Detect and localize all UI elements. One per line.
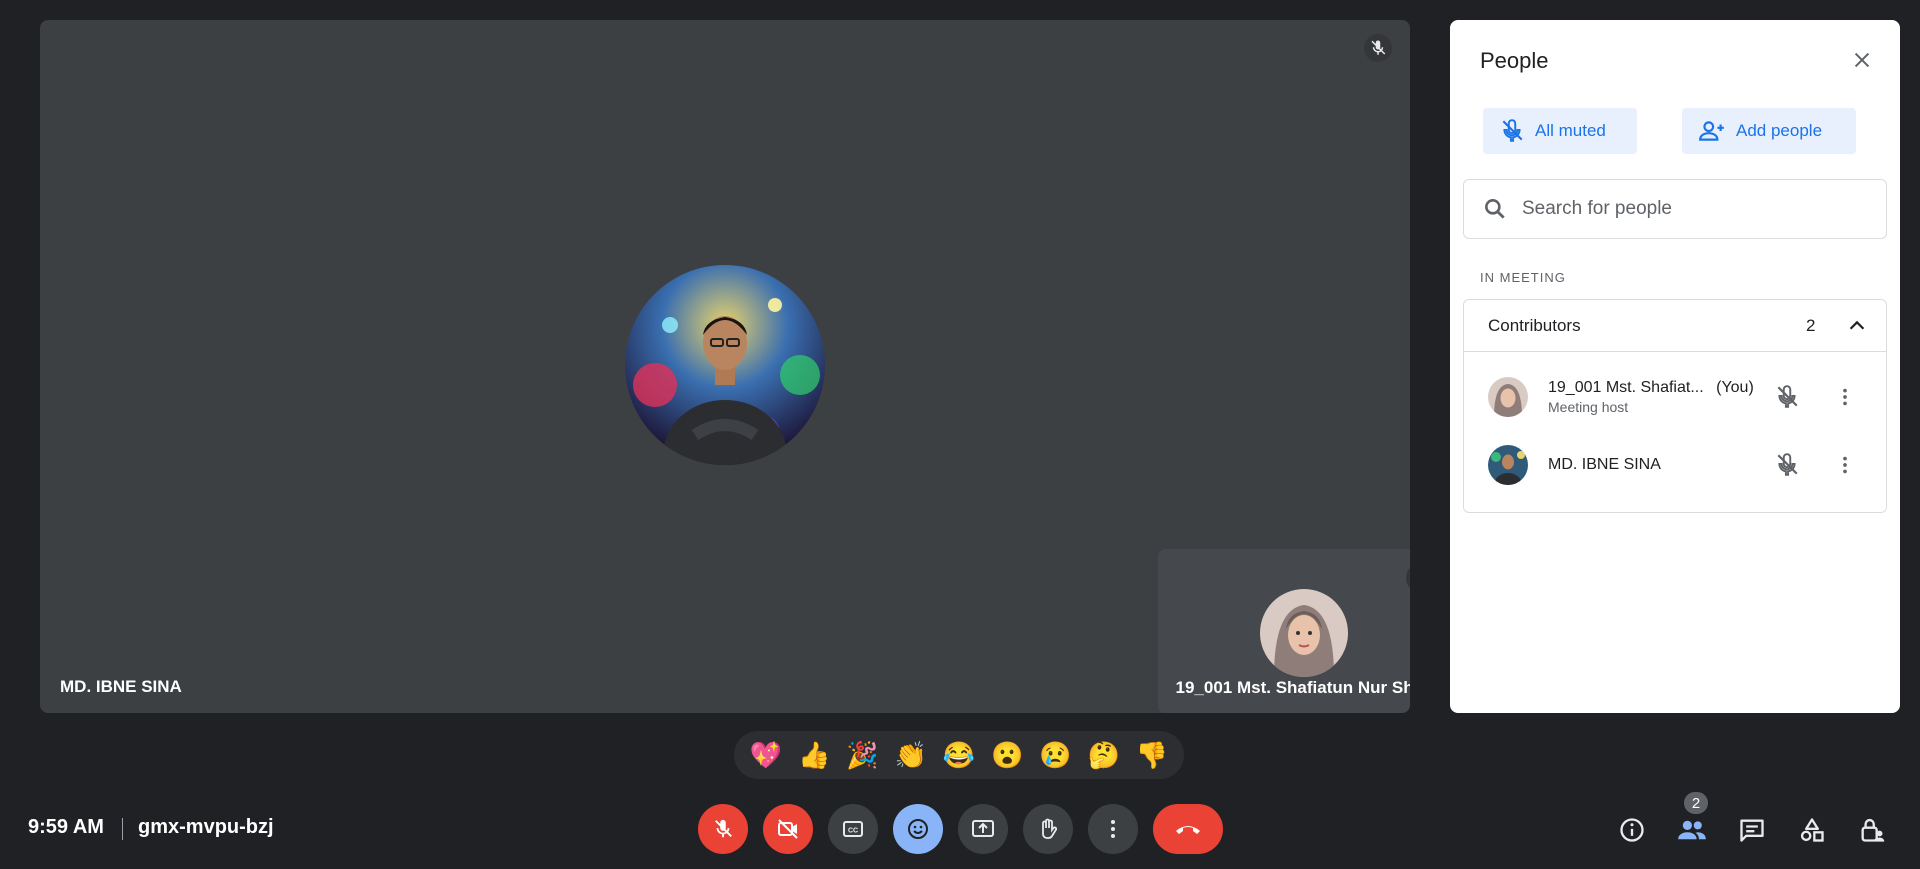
reactions-button[interactable] <box>893 804 943 854</box>
sparkling-heart-icon[interactable]: 💖 <box>746 742 786 768</box>
contributors-header[interactable]: Contributors 2 <box>1464 300 1886 352</box>
people-button[interactable]: 2 <box>1672 790 1712 852</box>
thumbs-down-icon[interactable]: 👎 <box>1132 742 1172 768</box>
crying-face-icon[interactable]: 😢 <box>1035 742 1075 768</box>
participant-name: MD. IBNE SINA <box>1548 456 1661 473</box>
section-label: IN MEETING <box>1480 270 1566 285</box>
info-icon <box>1620 818 1644 842</box>
all-muted-button[interactable]: All muted <box>1483 108 1637 154</box>
chat-button[interactable] <box>1732 808 1772 852</box>
microphone-toggle-button[interactable] <box>698 804 748 854</box>
present-icon <box>972 820 994 837</box>
close-icon <box>1854 52 1870 68</box>
group-title: Contributors <box>1488 315 1581 335</box>
close-panel-button[interactable] <box>1844 42 1880 78</box>
tears-of-joy-icon[interactable]: 😂 <box>939 742 979 768</box>
hang-up-icon <box>1176 826 1200 834</box>
svg-text:CC: CC <box>848 828 858 835</box>
you-tag: (You) <box>1716 379 1754 396</box>
hand-icon <box>1042 818 1058 839</box>
leave-call-button[interactable] <box>1153 804 1223 854</box>
main-video-stage[interactable]: MD. IBNE SINA 19_001 Mst. Shafiatun Nur … <box>40 20 1410 713</box>
activities-button[interactable] <box>1792 808 1832 852</box>
search-input[interactable] <box>1522 198 1862 220</box>
clapping-hands-icon[interactable]: 👏 <box>891 742 931 768</box>
more-vertical-icon <box>1843 456 1847 474</box>
reactions-bar: 💖 👍 🎉 👏 😂 😮 😢 🤔 👎 <box>734 731 1184 779</box>
closed-captions-icon: CC <box>843 821 863 837</box>
chevron-up-icon <box>1849 320 1865 330</box>
thinking-face-icon[interactable]: 🤔 <box>1084 742 1124 768</box>
avatar <box>1488 377 1528 417</box>
all-muted-label: All muted <box>1535 121 1606 140</box>
more-vertical-icon <box>1111 820 1115 838</box>
call-controls: CC <box>698 804 1223 854</box>
lock-person-icon <box>1861 818 1885 842</box>
search-icon <box>1485 199 1505 219</box>
people-icon <box>1678 820 1706 840</box>
meeting-time: 9:59 AM <box>28 816 104 838</box>
participant-more-button[interactable] <box>1830 382 1860 412</box>
side-controls: 2 <box>1612 790 1892 852</box>
self-avatar <box>1260 589 1348 677</box>
chat-icon <box>1740 819 1764 842</box>
muted-mic-icon <box>1406 563 1410 593</box>
smiley-face-icon <box>908 819 928 839</box>
surprised-face-icon[interactable]: 😮 <box>987 742 1027 768</box>
mic-off-icon <box>1772 450 1802 480</box>
host-controls-button[interactable] <box>1852 808 1892 852</box>
person-add-icon <box>1699 121 1724 141</box>
thumbs-up-icon[interactable]: 👍 <box>794 742 834 768</box>
mic-off-icon <box>715 819 732 838</box>
raise-hand-button[interactable] <box>1023 804 1073 854</box>
shapes-icon <box>1800 818 1824 842</box>
meeting-details-button[interactable] <box>1612 808 1652 852</box>
divider <box>122 818 123 840</box>
more-vertical-icon <box>1843 388 1847 406</box>
panel-title: People <box>1480 48 1549 73</box>
captions-button[interactable]: CC <box>828 804 878 854</box>
add-people-button[interactable]: Add people <box>1682 108 1856 154</box>
muted-mic-icon <box>1364 34 1392 62</box>
group-count: 2 <box>1806 315 1816 335</box>
people-panel: People All muted Add people IN MEETING C… <box>1450 20 1900 713</box>
party-popper-icon[interactable]: 🎉 <box>843 742 883 768</box>
participant-row[interactable]: MD. IBNE SINA <box>1464 434 1888 496</box>
contributors-group: Contributors 2 19_001 Mst. Shafiat... (Y… <box>1463 299 1887 513</box>
present-screen-button[interactable] <box>958 804 1008 854</box>
participant-row[interactable]: 19_001 Mst. Shafiat... (You) Meeting hos… <box>1464 366 1888 428</box>
participant-avatar <box>625 265 825 465</box>
main-participant-name: MD. IBNE SINA <box>60 677 182 696</box>
self-tile-name: 19_001 Mst. Shafiatun Nur Shi... <box>1175 678 1410 697</box>
self-video-tile[interactable]: 19_001 Mst. Shafiatun Nur Shi... <box>1158 549 1410 713</box>
camera-off-icon <box>778 819 798 839</box>
camera-toggle-button[interactable] <box>763 804 813 854</box>
more-options-button[interactable] <box>1088 804 1138 854</box>
meeting-code: gmx-mvpu-bzj <box>138 816 274 838</box>
participant-role: Meeting host <box>1548 399 1629 415</box>
avatar <box>1488 445 1528 485</box>
people-search-box[interactable] <box>1463 179 1887 239</box>
mic-off-icon <box>1502 119 1523 142</box>
add-people-label: Add people <box>1736 121 1823 140</box>
mic-off-icon <box>1772 382 1802 412</box>
participant-count-badge: 2 <box>1682 790 1710 816</box>
participant-more-button[interactable] <box>1830 450 1860 480</box>
participant-name: 19_001 Mst. Shafiat... <box>1548 379 1704 396</box>
